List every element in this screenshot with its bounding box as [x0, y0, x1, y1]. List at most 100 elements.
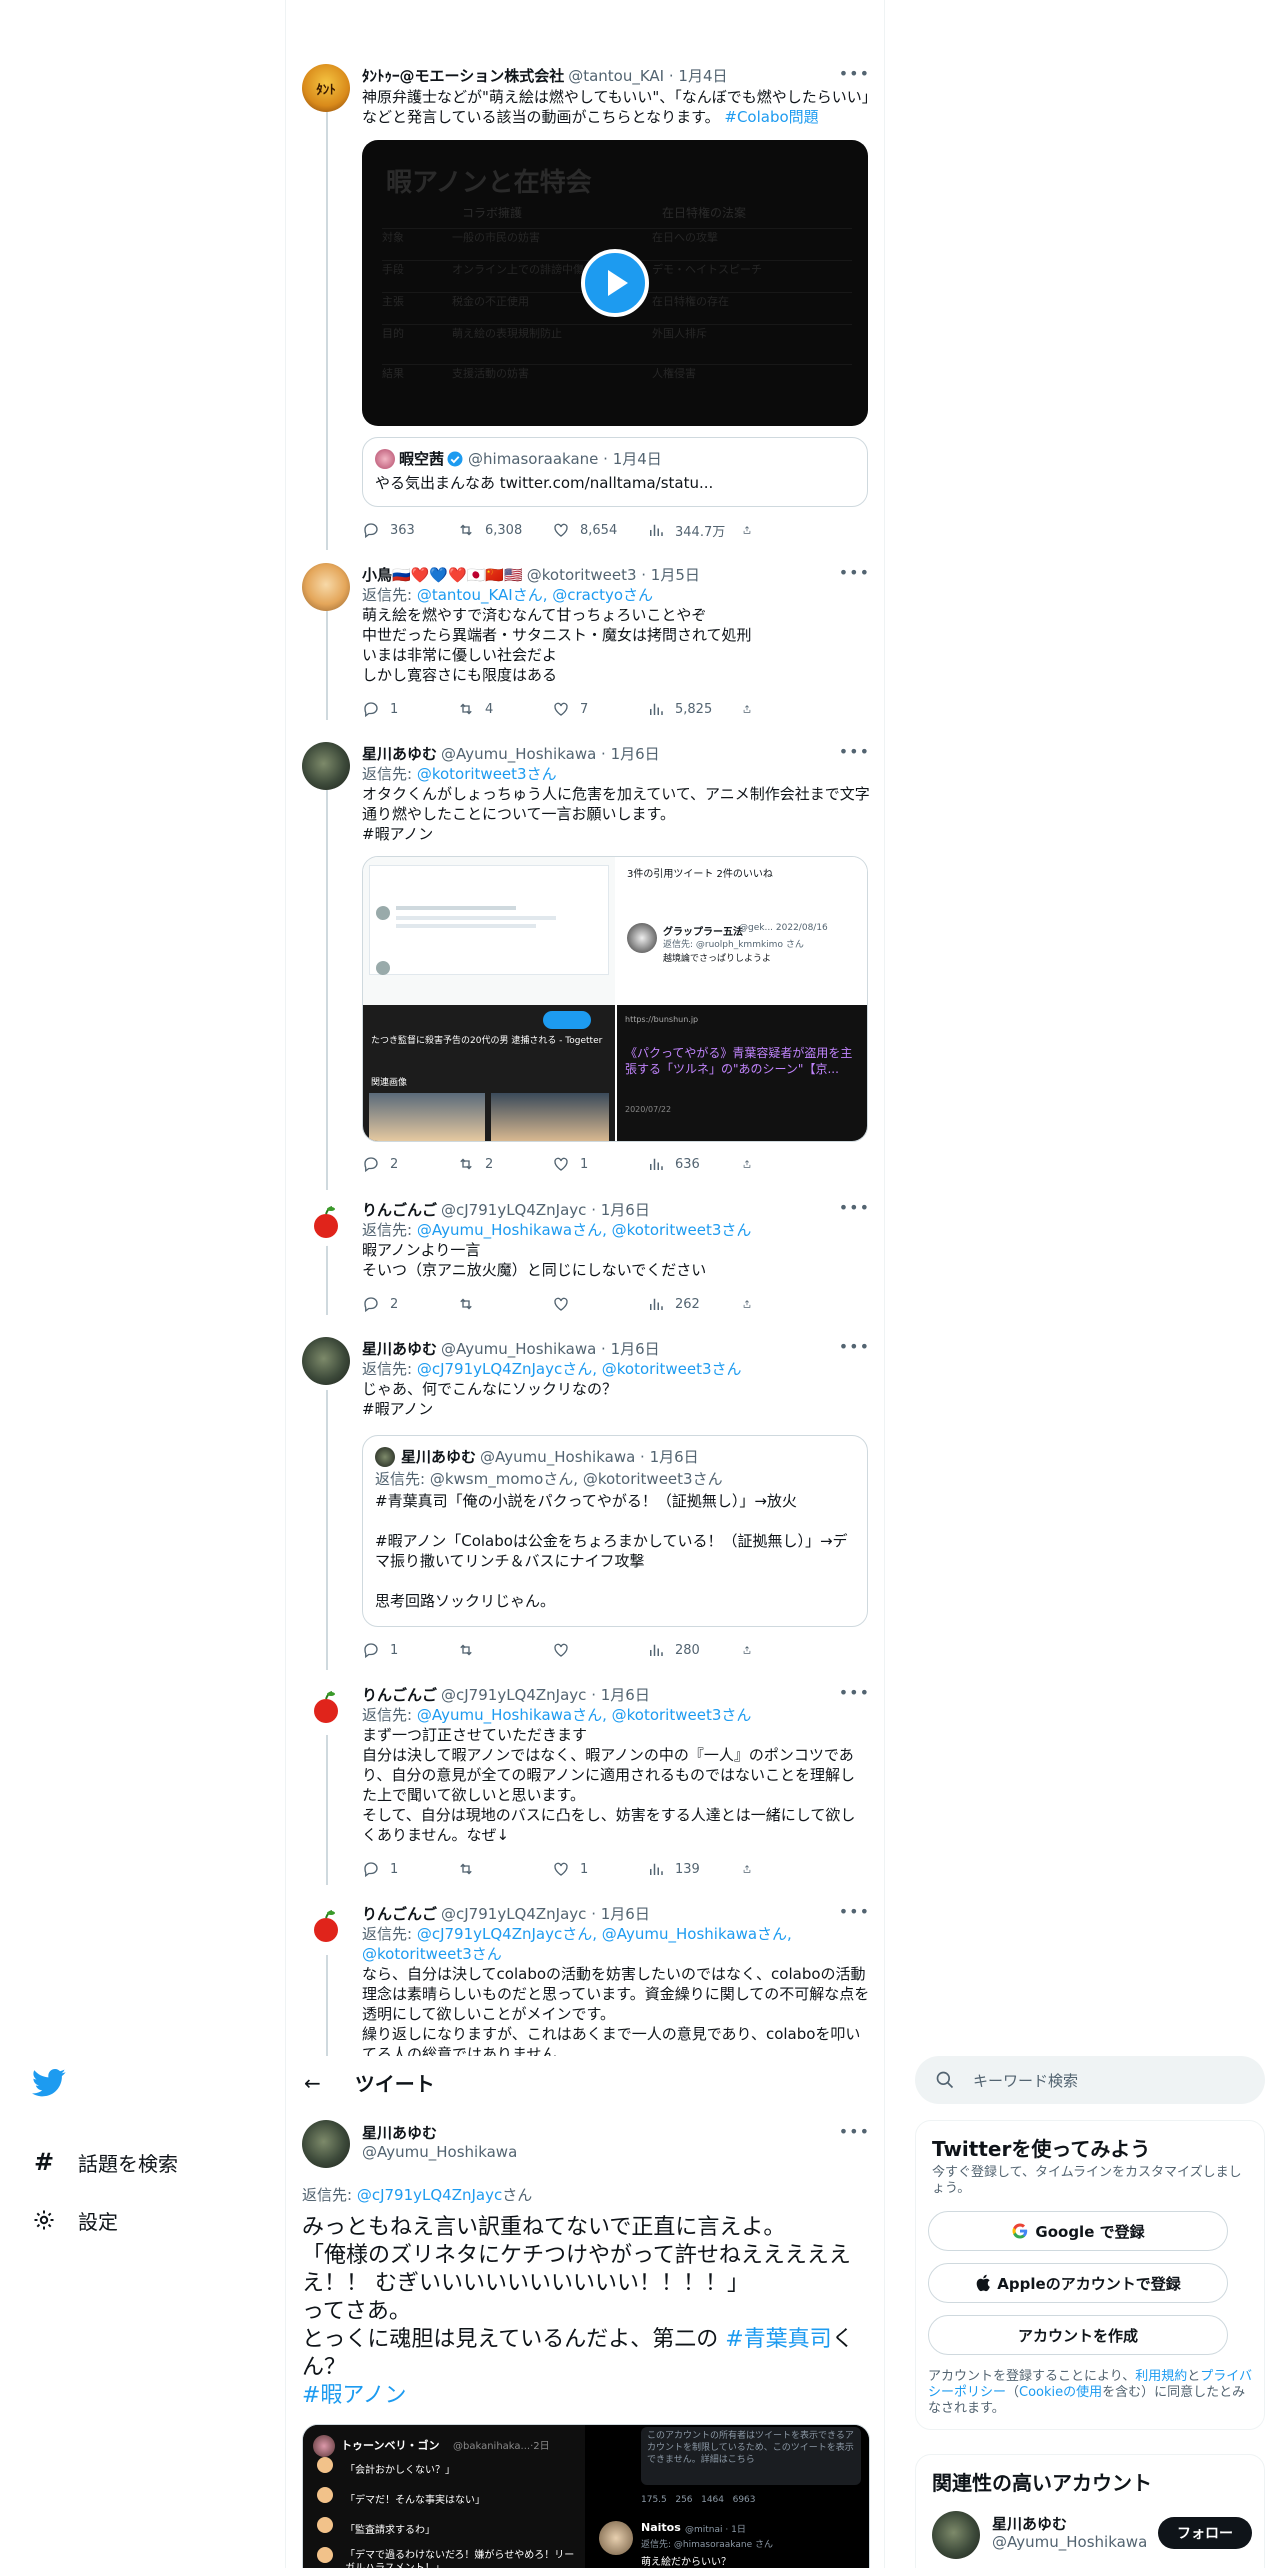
- reply-button[interactable]: 2: [362, 1294, 457, 1314]
- tweet-image[interactable]: たつき監督に殺害予告の20代の男 逮捕される - Togetter 関連画像 3…: [362, 856, 868, 1142]
- retweet-button[interactable]: 6,308: [457, 520, 552, 540]
- main-author-name[interactable]: 星川あゆむ: [362, 2122, 437, 2143]
- back-arrow-icon[interactable]: ←: [304, 2071, 321, 2095]
- share-button[interactable]: [742, 520, 762, 540]
- share-button[interactable]: [742, 1859, 762, 1879]
- tweet[interactable]: 星川あゆむ @Ayumu_Hoshikawa · 1月6日 ••• 返信先: @k…: [286, 742, 884, 1182]
- more-icon[interactable]: •••: [839, 1683, 870, 1702]
- apple-signup-button[interactable]: Appleのアカウントで登録: [928, 2263, 1228, 2303]
- retweet-button[interactable]: [457, 1294, 552, 1314]
- hashtag-link[interactable]: #暇アノン: [362, 824, 870, 844]
- reply-button[interactable]: 2: [362, 1154, 457, 1174]
- author-handle-date[interactable]: @kotoritweet3 · 1月5日: [527, 564, 700, 585]
- share-button[interactable]: [742, 1640, 762, 1660]
- avatar[interactable]: [302, 1683, 350, 1731]
- related-handle[interactable]: @Ayumu_Hoshikawa: [992, 2533, 1147, 2551]
- more-icon[interactable]: •••: [839, 742, 870, 761]
- create-account-button[interactable]: アカウントを作成: [928, 2315, 1228, 2355]
- author-handle-date[interactable]: @tantou_KAI · 1月4日: [568, 65, 727, 86]
- reply-button[interactable]: 1: [362, 1640, 457, 1660]
- more-icon[interactable]: •••: [839, 1337, 870, 1356]
- quoted-tweet[interactable]: 星川あゆむ @Ayumu_Hoshikawa · 1月6日 返信先: @kwsm…: [362, 1435, 868, 1627]
- more-icon[interactable]: •••: [839, 64, 870, 83]
- views-button[interactable]: 139: [647, 1859, 742, 1879]
- more-icon[interactable]: •••: [839, 563, 870, 582]
- play-button[interactable]: [581, 249, 649, 317]
- tweet[interactable]: 小鳥🇷🇺❤️💙❤️🇯🇵🇨🇳🇺🇸 @kotoritweet3 · 1月5日 ••• …: [286, 563, 884, 723]
- tweet[interactable]: りんごんご @cJ791yLQ4ZnJayc · 1月6日 ••• 返信先: @A…: [286, 1683, 884, 1883]
- views-button[interactable]: 262: [647, 1294, 742, 1314]
- retweet-button[interactable]: 4: [457, 699, 552, 719]
- author-handle-date[interactable]: @cJ791yLQ4ZnJayc · 1月6日: [441, 1903, 650, 1924]
- author-name[interactable]: りんごんご: [362, 1199, 437, 1220]
- retweet-button[interactable]: [457, 1640, 552, 1660]
- more-icon[interactable]: •••: [839, 2122, 870, 2141]
- hashtag-link[interactable]: #暇アノン: [362, 1399, 870, 1419]
- video-player[interactable]: 暇アノンと在特会 コラボ擁護 在日特権の法案 対象 一般の市民の妨害 在日への攻撃 …: [362, 140, 868, 426]
- tweet[interactable]: りんごんご @cJ791yLQ4ZnJayc · 1月6日 ••• 返信先: @A…: [286, 1198, 884, 1318]
- like-button[interactable]: 8,654: [552, 520, 647, 540]
- like-button[interactable]: [552, 1640, 647, 1660]
- author-name[interactable]: りんごんご: [362, 1903, 437, 1924]
- main-tweet-image[interactable]: トゥーンベリ・ゴン @bakanihaka...·2日 「会計おかしくない？」 …: [302, 2424, 870, 2568]
- follow-button[interactable]: フォロー: [1158, 2517, 1252, 2549]
- author-name[interactable]: 小鳥🇷🇺❤️💙❤️🇯🇵🇨🇳🇺🇸: [362, 564, 523, 585]
- terms-link[interactable]: 利用規約: [1135, 2369, 1187, 2384]
- avatar[interactable]: ﾀﾝﾄ: [302, 64, 350, 112]
- author-handle-date[interactable]: @cJ791yLQ4ZnJayc · 1月6日: [441, 1199, 650, 1220]
- quoted-tweet[interactable]: 暇空茜 @himasoraakane · 1月4日 やる気出まんなあ twitt…: [362, 437, 868, 507]
- reply-users[interactable]: @Ayumu_Hoshikawaさん, @kotoritweet3さん: [417, 1221, 752, 1239]
- main-hashtag-1[interactable]: #青葉真司: [725, 2327, 831, 2352]
- related-name[interactable]: 星川あゆむ: [992, 2513, 1067, 2534]
- tweet[interactable]: 星川あゆむ @Ayumu_Hoshikawa · 1月6日 ••• 返信先: @c…: [286, 1337, 884, 1667]
- views-button[interactable]: 344.7万: [647, 520, 742, 540]
- author-name[interactable]: ﾀﾝﾄｩｰ@モエーション株式会社: [362, 65, 564, 86]
- author-handle-date[interactable]: @cJ791yLQ4ZnJayc · 1月6日: [441, 1684, 650, 1705]
- main-author-handle[interactable]: @Ayumu_Hoshikawa: [362, 2143, 517, 2161]
- author-name[interactable]: 星川あゆむ: [362, 743, 437, 764]
- google-signup-button[interactable]: Google で登録: [928, 2211, 1228, 2251]
- avatar[interactable]: [302, 742, 350, 790]
- more-icon[interactable]: •••: [839, 1198, 870, 1217]
- author-handle-date[interactable]: @Ayumu_Hoshikawa · 1月6日: [441, 1338, 660, 1359]
- twitter-logo-icon[interactable]: [32, 2068, 66, 2098]
- retweet-button[interactable]: 2: [457, 1154, 552, 1174]
- avatar[interactable]: [302, 1337, 350, 1385]
- like-button[interactable]: 7: [552, 699, 647, 719]
- cookie-link[interactable]: Cookieの使用: [1019, 2385, 1102, 2400]
- reply-users[interactable]: @Ayumu_Hoshikawaさん, @kotoritweet3さん: [417, 1706, 752, 1724]
- reply-button[interactable]: 1: [362, 699, 457, 719]
- reply-users[interactable]: @kotoritweet3さん: [417, 765, 557, 783]
- views-button[interactable]: 636: [647, 1154, 742, 1174]
- avatar[interactable]: [302, 1198, 350, 1246]
- tweet[interactable]: りんごんご @cJ791yLQ4ZnJayc · 1月6日 ••• 返信先: @c…: [286, 1902, 884, 2056]
- author-name[interactable]: 星川あゆむ: [362, 1338, 437, 1359]
- avatar[interactable]: [302, 1902, 350, 1950]
- retweet-button[interactable]: [457, 1859, 552, 1879]
- tweet[interactable]: ﾀﾝﾄ ﾀﾝﾄｩｰ@モエーション株式会社 @tantou_KAI · 1月4日 •…: [286, 64, 884, 554]
- author-name[interactable]: りんごんご: [362, 1684, 437, 1705]
- nav-explore[interactable]: # 話題を検索: [32, 2142, 178, 2182]
- like-button[interactable]: 1: [552, 1859, 647, 1879]
- nav-settings[interactable]: 設定: [32, 2200, 118, 2240]
- share-button[interactable]: [742, 1154, 762, 1174]
- like-button[interactable]: 1: [552, 1154, 647, 1174]
- reply-button[interactable]: 1: [362, 1859, 457, 1879]
- avatar[interactable]: [302, 563, 350, 611]
- avatar[interactable]: [932, 2511, 980, 2559]
- main-hashtag-2[interactable]: #暇アノン: [302, 2383, 406, 2408]
- reply-users[interactable]: @cJ791yLQ4ZnJaycさん, @kotoritweet3さん: [417, 1360, 742, 1378]
- search-input[interactable]: キーワード検索: [915, 2056, 1265, 2104]
- more-icon[interactable]: •••: [839, 1902, 870, 1921]
- views-button[interactable]: 280: [647, 1640, 742, 1660]
- share-button[interactable]: [742, 1294, 762, 1314]
- main-reply-user[interactable]: @cJ791yLQ4ZnJayc: [357, 2186, 502, 2204]
- like-button[interactable]: [552, 1294, 647, 1314]
- reply-users[interactable]: @cJ791yLQ4ZnJaycさん, @Ayumu_Hoshikawaさん, …: [362, 1925, 792, 1963]
- views-button[interactable]: 5,825: [647, 699, 742, 719]
- hashtag-link[interactable]: #Colabo問題: [724, 108, 818, 126]
- share-button[interactable]: [742, 699, 762, 719]
- author-handle-date[interactable]: @Ayumu_Hoshikawa · 1月6日: [441, 743, 660, 764]
- reply-users[interactable]: @tantou_KAIさん, @cractyoさん: [417, 586, 653, 604]
- avatar[interactable]: [302, 2120, 350, 2168]
